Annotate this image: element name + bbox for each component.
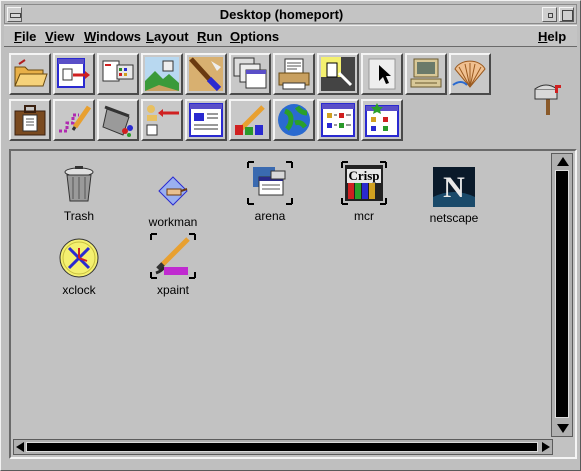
toolbar-printer-button[interactable] [273, 53, 315, 95]
toolbar-paint-button[interactable] [185, 53, 227, 95]
menu-file[interactable]: File [14, 29, 36, 44]
arrow-transfer-icon [146, 105, 179, 136]
desktop-icon-mcr[interactable]: Crisp mcr [324, 161, 404, 223]
maximize-button[interactable] [559, 7, 574, 22]
menu-windows[interactable]: Windows [84, 29, 141, 44]
toolbar-stacked-windows-button[interactable] [229, 53, 271, 95]
toolbar-window-arrow-button[interactable] [53, 53, 95, 95]
netscape-icon: N [433, 167, 475, 207]
menu-view[interactable]: View [45, 29, 74, 44]
toolbar-landscape-button[interactable] [141, 53, 183, 95]
desktop-icon-label: arena [254, 209, 286, 223]
xpaint-icon [150, 233, 196, 279]
globe-icon [278, 104, 310, 136]
desktop-icon-trash[interactable]: Trash [39, 165, 119, 223]
desktop-icon-arena[interactable]: arena [230, 161, 310, 223]
window-menu-button[interactable] [7, 7, 22, 22]
briefcase-icon [14, 105, 46, 136]
toolbar-arrow-transfer-button[interactable] [141, 99, 183, 141]
toolbar-window-grid-star-button[interactable] [361, 99, 403, 141]
desktop-icon-label: Trash [63, 209, 95, 223]
menu-run[interactable]: Run [197, 29, 222, 44]
toolbar-window-panel-button[interactable] [185, 99, 227, 141]
scroll-right-arrow-icon[interactable] [542, 442, 550, 452]
vertical-scrollbar[interactable] [551, 153, 573, 437]
mailbox-icon[interactable] [533, 81, 563, 115]
horizontal-scrollbar[interactable] [13, 439, 553, 455]
menu-help[interactable]: Help [538, 29, 566, 44]
mcr-badge-text: Crisp [348, 168, 379, 183]
arena-icon [247, 161, 293, 205]
desktop-icon-netscape[interactable]: N netscape [414, 167, 494, 225]
pencil-draw-icon [59, 105, 92, 133]
shell-icon [452, 60, 486, 88]
minimize-button[interactable] [542, 7, 557, 22]
toolbar-briefcase-button[interactable] [9, 99, 51, 141]
desktop-icon-xclock[interactable]: xclock [39, 237, 119, 297]
vertical-scroll-thumb[interactable] [555, 170, 569, 418]
title-bar[interactable]: Desktop (homeport) [4, 4, 577, 24]
paint-icon [189, 57, 223, 92]
scroll-left-arrow-icon[interactable] [16, 442, 24, 452]
printer-icon [278, 58, 310, 90]
window-list-icon [102, 60, 134, 82]
computer-icon [410, 58, 442, 88]
toolbar-window-grid-button[interactable] [317, 99, 359, 141]
toolbar-window-list-button[interactable] [97, 53, 139, 95]
desktop-window: Desktop (homeport) File View Windows Lay… [0, 0, 581, 471]
desktop-icon-label: workman [148, 215, 198, 229]
toolbar-pencil-draw-button[interactable] [53, 99, 95, 141]
toolbar-globe-button[interactable] [273, 99, 315, 141]
desktop-canvas[interactable]: Trash workman arena Crisp mcr N netscape… [11, 151, 549, 439]
horizontal-scroll-thumb[interactable] [26, 442, 538, 452]
mcr-icon: Crisp [341, 161, 387, 205]
open-folder-icon [14, 59, 48, 87]
menu-bar: File View Windows Layout Run Options Hel… [4, 25, 577, 47]
toolbar-highlighter-button[interactable] [317, 53, 359, 95]
desktop-icon-label: xclock [62, 283, 96, 297]
xclock-icon [59, 238, 99, 278]
trash-can-icon [64, 166, 94, 202]
workman-icon [158, 176, 188, 206]
window-panel-icon [189, 103, 223, 137]
tools-icon [235, 105, 265, 135]
toolbar-trash-spill-button[interactable] [97, 99, 139, 141]
window-arrow-icon [57, 58, 90, 88]
menu-layout[interactable]: Layout [146, 29, 189, 44]
menu-options[interactable]: Options [230, 29, 279, 44]
toolbar-cursor-button[interactable] [361, 53, 403, 95]
cursor-icon [368, 58, 396, 90]
desktop-icon-label: xpaint [156, 283, 190, 297]
toolbar-open-folder-button[interactable] [9, 53, 51, 95]
desktop-icon-workman[interactable]: workman [133, 171, 213, 229]
desktop-icon-xpaint[interactable]: xpaint [133, 233, 213, 297]
toolbar-computer-button[interactable] [405, 53, 447, 95]
landscape-icon [145, 57, 179, 91]
desktop-area[interactable]: Trash workman arena Crisp mcr N netscape… [9, 149, 577, 459]
trash-spill-icon [102, 105, 133, 137]
desktop-icon-label: netscape [429, 211, 479, 225]
scroll-down-arrow-icon[interactable] [557, 424, 569, 433]
toolbar-tools-button[interactable] [229, 99, 271, 141]
stacked-windows-icon [233, 57, 267, 89]
toolbar-shell-button[interactable] [449, 53, 491, 95]
window-grid-icon [321, 103, 355, 137]
highlighter-icon [321, 57, 355, 91]
window-title: Desktop (homeport) [219, 7, 344, 22]
window-grid-star-icon [365, 103, 399, 137]
toolbar [9, 53, 493, 143]
scroll-up-arrow-icon[interactable] [557, 157, 569, 166]
netscape-letter: N [443, 171, 465, 204]
desktop-icon-label: mcr [354, 209, 374, 223]
